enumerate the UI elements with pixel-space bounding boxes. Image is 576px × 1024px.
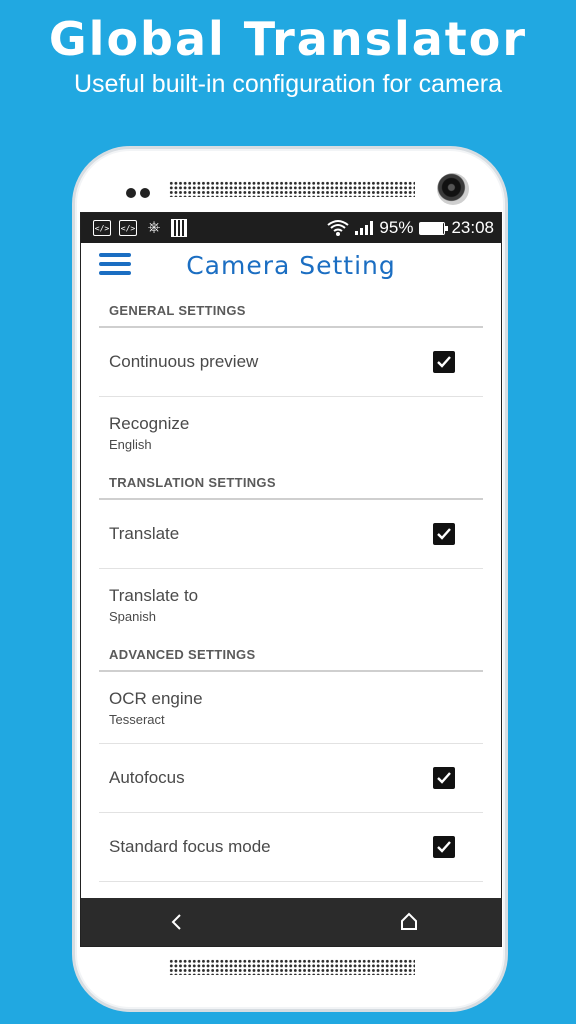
battery-icon — [419, 221, 449, 235]
check-icon — [437, 528, 451, 540]
promo-subtitle: Useful built-in configuration for camera — [74, 70, 502, 98]
signal-icon — [355, 221, 374, 235]
pref-title: Translate — [109, 524, 180, 543]
code-icon: </> — [119, 220, 137, 236]
bottom-speaker-grill — [169, 959, 415, 975]
app-bar: Camera Setting — [81, 243, 501, 287]
usb-icon: ⎈ — [147, 219, 161, 236]
pref-translate[interactable]: Translate — [99, 500, 483, 569]
pref-standard-focus-mode[interactable]: Standard focus mode — [99, 813, 483, 882]
wifi-icon — [327, 220, 350, 236]
navigation-bar — [81, 898, 501, 946]
pref-summary: English — [109, 437, 152, 452]
code-icon: </> — [93, 220, 111, 236]
pref-summary: Tesseract — [109, 711, 165, 727]
sd-card-icon — [171, 219, 187, 237]
translate-checkbox[interactable] — [433, 523, 455, 545]
standard-focus-checkbox[interactable] — [433, 836, 455, 858]
continuous-preview-checkbox[interactable] — [433, 351, 455, 373]
front-camera-icon — [437, 173, 469, 205]
pref-title: Recognize — [109, 414, 190, 433]
phone-screen: </> </> ⎈ 95% 23:08 Camera Setting GENER… — [80, 212, 502, 947]
hamburger-menu-icon[interactable] — [99, 253, 131, 275]
section-header-advanced: ADVANCED SETTINGS — [99, 641, 483, 672]
status-bar: </> </> ⎈ 95% 23:08 — [81, 213, 501, 243]
battery-percent: 95% — [379, 218, 414, 237]
pref-title: Autofocus — [109, 768, 185, 787]
section-header-general: GENERAL SETTINGS — [99, 287, 483, 328]
home-icon[interactable] — [399, 911, 419, 931]
pref-translate-to[interactable]: Translate to Spanish — [99, 569, 483, 641]
promo-title: Global Translator — [48, 12, 528, 66]
clock: 23:08 — [451, 218, 494, 237]
pref-continuous-preview[interactable]: Continuous preview — [99, 328, 483, 397]
pref-recognize[interactable]: Recognize English — [99, 397, 483, 469]
pref-summary: Spanish — [109, 609, 156, 624]
pref-title: Standard focus mode — [109, 837, 271, 856]
back-icon[interactable] — [167, 912, 187, 932]
phone-frame: </> </> ⎈ 95% 23:08 Camera Setting GENER… — [72, 146, 508, 1012]
app-title: Camera Setting — [186, 250, 396, 280]
check-icon — [437, 841, 451, 853]
sensor-dots — [126, 185, 156, 198]
pref-title: Continuous preview — [109, 352, 259, 371]
settings-list: GENERAL SETTINGS Continuous preview Reco… — [81, 287, 501, 882]
pref-title: Translate to — [109, 586, 199, 605]
pref-autofocus[interactable]: Autofocus — [99, 744, 483, 813]
section-header-translation: TRANSLATION SETTINGS — [99, 469, 483, 500]
check-icon — [437, 356, 451, 368]
pref-title: OCR engine — [109, 688, 203, 708]
top-speaker-grill — [169, 181, 415, 197]
autofocus-checkbox[interactable] — [433, 767, 455, 789]
check-icon — [437, 772, 451, 784]
pref-ocr-engine[interactable]: OCR engine Tesseract — [99, 672, 483, 744]
